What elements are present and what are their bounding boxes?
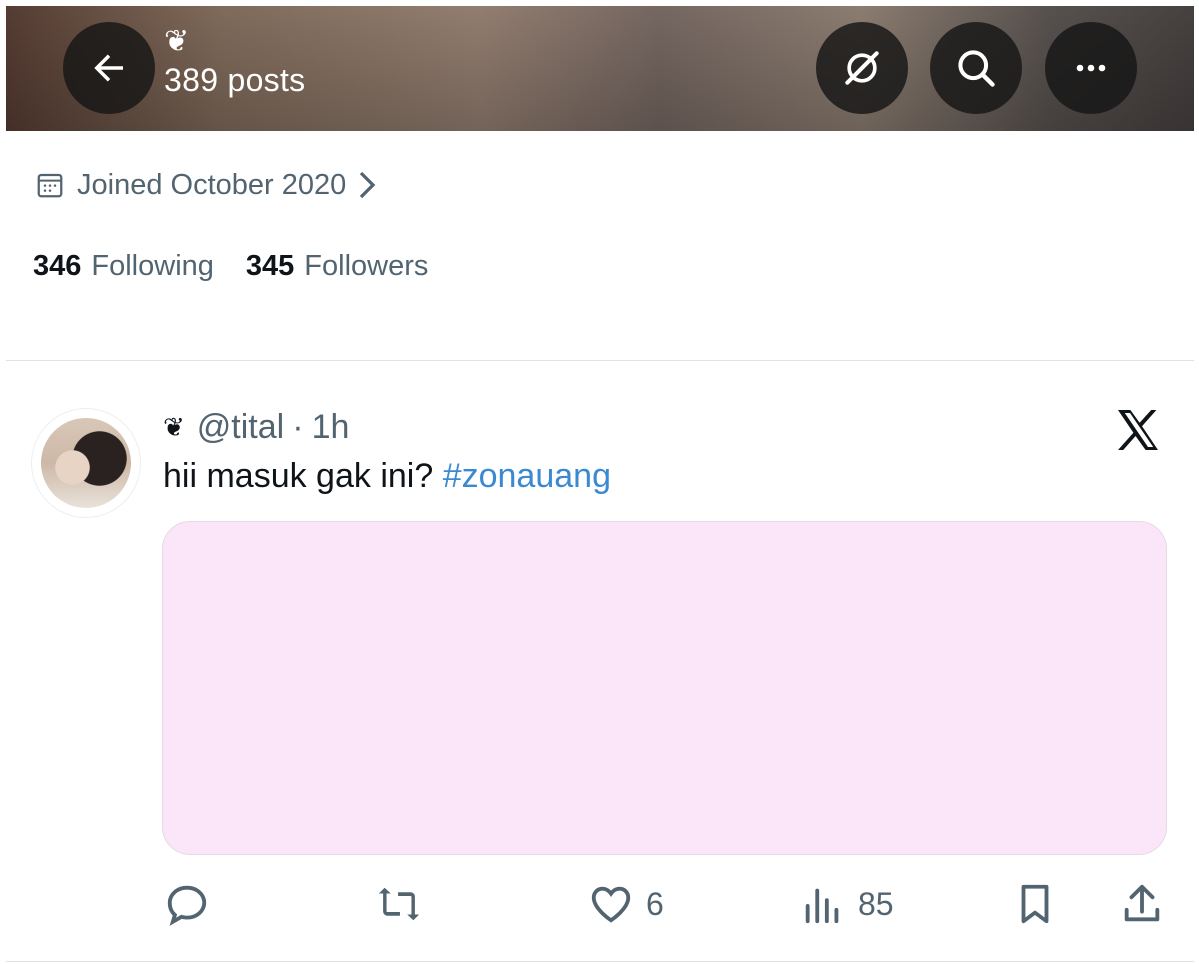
share-button[interactable]: [1119, 880, 1165, 928]
followers-count: 345: [245, 250, 295, 282]
post-text: hii masuk gak ini? #zonauang: [163, 454, 611, 498]
post-separator: ·: [292, 407, 304, 446]
post-media[interactable]: [162, 521, 1167, 855]
heart-icon: [591, 886, 631, 923]
post-count: 389 posts: [164, 62, 306, 98]
joined-label: Joined October 2020: [77, 168, 347, 201]
repost-icon: [378, 887, 420, 921]
views-button[interactable]: 85: [800, 880, 894, 928]
back-button[interactable]: [63, 22, 155, 114]
bookmark-button[interactable]: [1012, 880, 1058, 928]
post-emoji: ❦: [163, 411, 185, 442]
following-link[interactable]: 346 Following: [33, 250, 214, 283]
grok-icon: [845, 51, 879, 85]
calendar-icon: [37, 173, 63, 198]
header-title: ❦ 389 posts: [164, 24, 305, 100]
bookmark-icon: [1021, 884, 1049, 924]
search-button[interactable]: [930, 22, 1022, 114]
profile-header-banner: ❦ 389 posts: [6, 6, 1194, 131]
section-divider: [6, 360, 1194, 361]
search-icon: [958, 50, 995, 87]
post-hashtag[interactable]: #zonauang: [443, 457, 611, 495]
followers-label: Followers: [304, 250, 429, 282]
header-emoji: ❦: [164, 25, 190, 58]
like-count: 6: [646, 885, 664, 922]
post-header: ❦ @tital · 1h: [163, 406, 349, 448]
x-logo-icon: [1118, 410, 1158, 450]
following-count: 346: [33, 250, 82, 282]
avatar[interactable]: [32, 409, 140, 517]
reply-icon: [167, 885, 207, 926]
post-body: hii masuk gak ini?: [163, 457, 434, 495]
back-arrow-icon: [94, 54, 123, 82]
following-label: Following: [91, 250, 214, 282]
avatar-image: [41, 418, 131, 508]
post-divider: [6, 961, 1194, 962]
more-icon: [1076, 64, 1106, 72]
reply-button[interactable]: [164, 880, 210, 928]
post-time[interactable]: 1h: [312, 408, 350, 447]
share-icon: [1124, 884, 1160, 922]
followers-link[interactable]: 345 Followers: [246, 250, 428, 283]
repost-button[interactable]: [374, 880, 424, 928]
view-count: 85: [858, 885, 894, 922]
more-button[interactable]: [1045, 22, 1137, 114]
grok-button[interactable]: [816, 22, 908, 114]
chevron-right-icon: [360, 171, 376, 199]
like-button[interactable]: 6: [588, 880, 664, 928]
joined-date-row[interactable]: Joined October 2020: [35, 166, 378, 204]
post-handle[interactable]: @tital: [197, 408, 284, 447]
views-icon: [805, 888, 839, 924]
follow-stats: 346 Following 345 Followers: [33, 250, 428, 283]
